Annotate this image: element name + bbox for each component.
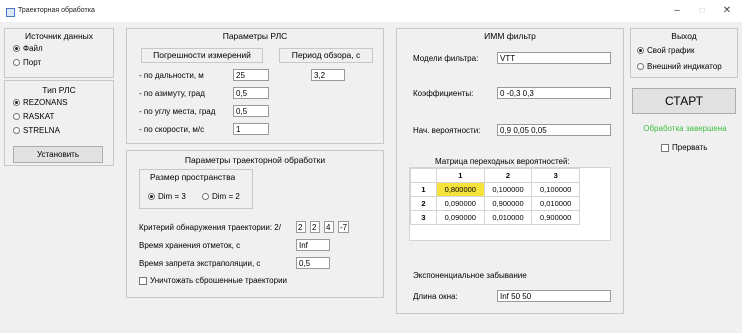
velocity-error-label: - по скорости, м/с: [139, 125, 205, 134]
close-icon[interactable]: ✕: [716, 4, 738, 18]
criterion-input-3[interactable]: 4: [324, 221, 334, 233]
storage-time-input[interactable]: Inf: [296, 239, 330, 251]
matrix-row-header: 1: [410, 182, 437, 197]
matrix-cell[interactable]: 0,100000: [531, 182, 580, 197]
traj-params-title: Параметры траекторной обработки: [184, 155, 326, 165]
destroy-checkbox[interactable]: Уничтожать сброшенные траектории: [139, 276, 287, 285]
matrix-row: 3 0,090000 0,010000 0,900000: [410, 210, 580, 225]
matrix-cell[interactable]: 0,090000: [436, 196, 485, 211]
criterion-label: Критерий обнаружения траектории: 2/: [139, 223, 281, 232]
period-input[interactable]: 3,2: [311, 69, 345, 81]
forget-title: Экспоненциальное забывание: [413, 271, 527, 280]
matrix-cell[interactable]: 0,900000: [483, 196, 533, 211]
criterion-input-4[interactable]: -7: [338, 221, 349, 233]
range-error-label: - по дальности, м: [139, 71, 204, 80]
source-title: Источник данных: [24, 31, 94, 41]
matrix-cell[interactable]: 0,090000: [436, 210, 485, 225]
dim3-radio[interactable]: Dim = 3: [148, 192, 186, 201]
window-length-label: Длина окна:: [413, 292, 458, 301]
imm-filter-title: ИММ фильтр: [484, 31, 536, 41]
interrupt-checkbox[interactable]: Прервать: [661, 143, 707, 152]
radar-raskat-radio[interactable]: RASKAT: [13, 112, 54, 121]
extrap-time-label: Время запрета экстраполяции, с: [139, 259, 261, 268]
maximize-icon[interactable]: □: [691, 4, 713, 18]
models-label: Модели фильтра:: [413, 54, 479, 63]
source-file-radio[interactable]: Файл: [13, 44, 43, 53]
coef-label: Коэффициенты:: [413, 89, 474, 98]
status-text: Обработка завершена: [643, 124, 727, 133]
period-header: Период обзора, с: [279, 48, 373, 63]
own-graph-radio[interactable]: Свой график: [637, 46, 694, 55]
matrix-cell[interactable]: 0,900000: [531, 210, 580, 225]
source-group: Источник данных Файл Порт: [4, 28, 114, 78]
rls-params-group: Параметры РЛС Погрешности измерений Пери…: [126, 28, 384, 144]
app-icon: [6, 8, 15, 17]
transition-matrix: 1 2 3 1 0,800000 0,100000 0,100000 2 0,0…: [409, 167, 611, 241]
matrix-row-header: 3: [410, 210, 437, 225]
matrix-col-header: 1: [436, 168, 485, 183]
criterion-input-1[interactable]: 2: [296, 221, 306, 233]
window-title: Траекторная обработка: [18, 7, 95, 14]
matrix-row-header: 2: [410, 196, 437, 211]
radar-type-title: Тип РЛС: [42, 85, 76, 95]
matrix-row: 1 0,800000 0,100000 0,100000: [410, 182, 580, 197]
set-button[interactable]: Установить: [13, 146, 103, 163]
rls-params-title: Параметры РЛС: [222, 31, 288, 41]
coef-input[interactable]: 0 -0,3 0,3: [497, 87, 611, 99]
source-port-radio[interactable]: Порт: [13, 58, 41, 67]
external-indicator-radio[interactable]: Внешний индикатор: [637, 62, 722, 71]
minimize-icon[interactable]: –: [666, 4, 688, 18]
matrix-cell[interactable]: 0,100000: [483, 182, 533, 197]
traj-params-group: Параметры траекторной обработки Размер п…: [126, 150, 384, 298]
init-prob-input[interactable]: 0,9 0,05 0,05: [497, 124, 611, 136]
radar-rezonans-radio[interactable]: REZONANS: [13, 98, 67, 107]
matrix-col-header: 2: [483, 168, 533, 183]
init-prob-label: Нач. вероятности:: [413, 126, 481, 135]
matrix-cell[interactable]: 0,010000: [483, 210, 533, 225]
azimuth-error-label: - по азимуту, град: [139, 89, 205, 98]
matrix-cell[interactable]: 0,800000: [436, 182, 485, 197]
elevation-error-label: - по углу места, град: [139, 107, 216, 116]
matrix-title: Матрица переходных вероятностей:: [435, 157, 570, 166]
errors-header: Погрешности измерений: [141, 48, 263, 63]
criterion-input-2[interactable]: 2: [310, 221, 320, 233]
title-bar: [0, 0, 742, 22]
imm-filter-group: ИММ фильтр Модели фильтра: VTT Коэффицие…: [396, 28, 624, 314]
models-input[interactable]: VTT: [497, 52, 611, 64]
radar-strelna-radio[interactable]: STRELNA: [13, 126, 60, 135]
output-group: Выход Свой график Внешний индикатор: [630, 28, 738, 78]
matrix-row: 2 0,090000 0,900000 0,010000: [410, 196, 580, 211]
velocity-error-input[interactable]: 1: [233, 123, 269, 135]
space-size-group: Размер пространства Dim = 3 Dim = 2: [139, 169, 253, 209]
output-title: Выход: [671, 31, 697, 41]
matrix-col-header: 3: [531, 168, 580, 183]
extrap-time-input[interactable]: 0,5: [296, 257, 330, 269]
azimuth-error-input[interactable]: 0,5: [233, 87, 269, 99]
range-error-input[interactable]: 25: [233, 69, 269, 81]
space-size-title: Размер пространства: [150, 172, 236, 182]
storage-time-label: Время хранения отметок, с: [139, 241, 241, 250]
window-length-input[interactable]: Inf 50 50: [497, 290, 611, 302]
start-button[interactable]: СТАРТ: [632, 88, 736, 114]
matrix-cell[interactable]: 0,010000: [531, 196, 580, 211]
radar-type-group: Тип РЛС REZONANS RASKAT STRELNA Установи…: [4, 80, 114, 166]
dim2-radio[interactable]: Dim = 2: [202, 192, 240, 201]
elevation-error-input[interactable]: 0,5: [233, 105, 269, 117]
